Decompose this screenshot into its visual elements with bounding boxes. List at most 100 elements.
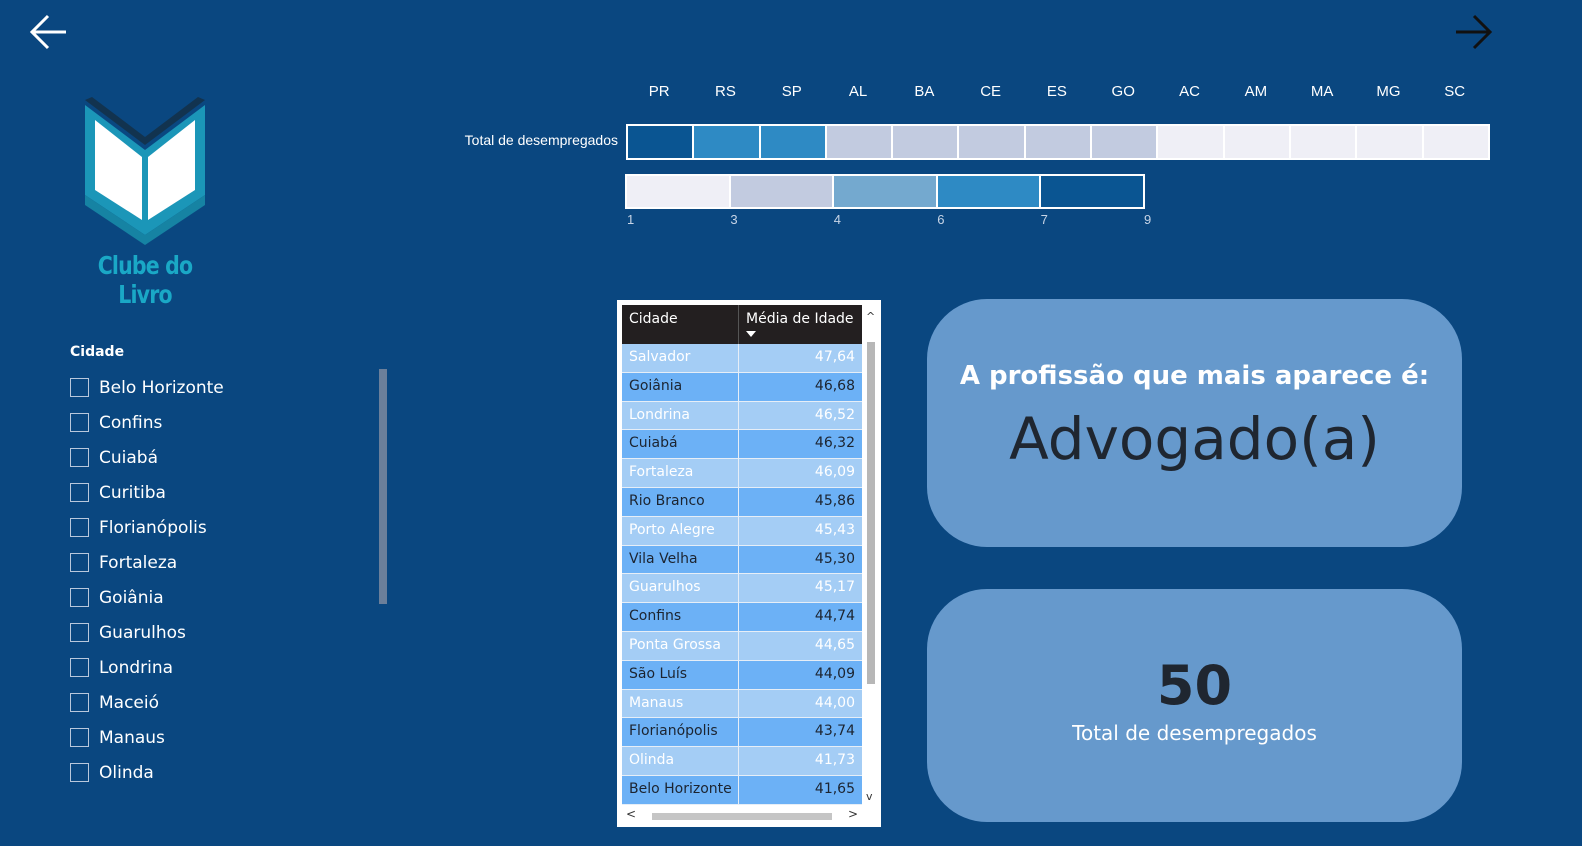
checkbox[interactable] bbox=[70, 553, 89, 572]
heatmap-cell[interactable] bbox=[826, 126, 892, 158]
cell-city: Belo Horizonte bbox=[622, 775, 739, 804]
table-vertical-scrollbar[interactable]: ^ v bbox=[864, 308, 878, 808]
table-row[interactable]: Fortaleza 46,09 bbox=[622, 459, 862, 488]
legend-tick-label: 6 bbox=[937, 212, 945, 227]
heatmap-cell[interactable] bbox=[1423, 126, 1488, 158]
heatmap-row-label: Total de desempregados bbox=[464, 132, 618, 148]
heatmap-cell[interactable] bbox=[1158, 126, 1223, 158]
table-body: Salvador 47,64 Goiânia 46,68 Londrina 46,52 Cu… bbox=[622, 344, 862, 805]
legend-tick-label: 3 bbox=[730, 212, 738, 227]
heatmap-cell[interactable] bbox=[959, 126, 1024, 158]
table-row[interactable]: Salvador 47,64 bbox=[622, 344, 862, 373]
slicer-item[interactable]: Cuiabá bbox=[70, 440, 390, 475]
checkbox[interactable] bbox=[70, 588, 89, 607]
slicer-item[interactable]: Olinda bbox=[70, 755, 390, 790]
scrollbar-thumb[interactable] bbox=[652, 813, 832, 820]
slicer-scrollbar[interactable] bbox=[379, 369, 387, 604]
legend-tick-label: 4 bbox=[833, 212, 842, 227]
heatmap-column-label: MA bbox=[1310, 83, 1334, 100]
table-row[interactable]: Goiânia 46,68 bbox=[622, 372, 862, 402]
checkbox[interactable] bbox=[70, 728, 89, 747]
legend-tick-label: 9 bbox=[1144, 212, 1152, 227]
cell-city: Salvador bbox=[622, 344, 739, 372]
cell-age: 41,73 bbox=[814, 752, 855, 769]
checkbox[interactable] bbox=[70, 623, 89, 642]
slicer-item[interactable]: Maceió bbox=[70, 685, 390, 720]
sort-descending-icon bbox=[746, 331, 756, 337]
table-row[interactable]: Cuiabá 46,32 bbox=[622, 430, 862, 460]
checkbox[interactable] bbox=[70, 763, 89, 782]
heatmap-cell[interactable] bbox=[1357, 126, 1422, 158]
cell-age: 45,30 bbox=[814, 550, 855, 567]
slicer-list: Belo Horizonte Confins Cuiabá Curitiba Flori… bbox=[70, 370, 390, 790]
column-header-city[interactable]: Cidade bbox=[622, 305, 739, 344]
slicer-item-label: Fortaleza bbox=[99, 552, 178, 573]
heatmap-column-label: AL bbox=[848, 83, 868, 100]
scrollbar-thumb[interactable] bbox=[867, 342, 875, 684]
table-row[interactable]: Confins 44,74 bbox=[622, 603, 862, 632]
table-row[interactable]: São Luís 44,09 bbox=[622, 660, 862, 690]
checkbox[interactable] bbox=[70, 693, 89, 712]
checkbox[interactable] bbox=[70, 483, 89, 502]
table-row[interactable]: Florianópolis 43,74 bbox=[622, 718, 862, 748]
slicer-item[interactable]: Curitiba bbox=[70, 475, 390, 510]
slicer-item[interactable]: Londrina bbox=[70, 650, 390, 685]
table-row[interactable]: Londrina 46,52 bbox=[622, 401, 862, 431]
cell-age: 46,32 bbox=[814, 435, 855, 452]
profession-card-value: Advogado(a) bbox=[1009, 405, 1380, 473]
scroll-right-icon[interactable]: > bbox=[848, 807, 858, 821]
slicer-item-label: Londrina bbox=[99, 657, 174, 678]
heatmap-cell[interactable] bbox=[1290, 126, 1356, 158]
legend-swatch bbox=[937, 176, 1040, 207]
column-header-age[interactable]: Média de Idade bbox=[739, 305, 862, 344]
cell-city: Vila Velha bbox=[622, 545, 739, 574]
slicer-title: Cidade bbox=[70, 344, 125, 360]
scroll-down-icon[interactable]: v bbox=[866, 790, 873, 803]
table-row[interactable]: Vila Velha 45,30 bbox=[622, 545, 862, 575]
slicer-item[interactable]: Confins bbox=[70, 405, 390, 440]
table-row[interactable]: Manaus 44,00 bbox=[622, 689, 862, 719]
table-row[interactable]: Belo Horizonte 41,65 bbox=[622, 775, 862, 805]
scroll-left-icon[interactable]: < bbox=[626, 807, 636, 821]
table-row[interactable]: Olinda 41,73 bbox=[622, 747, 862, 776]
heatmap-cell[interactable] bbox=[1092, 126, 1157, 158]
legend-swatch bbox=[627, 176, 729, 207]
slicer-item[interactable]: Florianópolis bbox=[70, 510, 390, 545]
age-table: Cidade Média de Idade Salvador 47,64 Goiân… bbox=[617, 300, 881, 827]
checkbox[interactable] bbox=[70, 658, 89, 677]
heatmap-cell[interactable] bbox=[893, 126, 958, 158]
checkbox[interactable] bbox=[70, 378, 89, 397]
slicer-item[interactable]: Guarulhos bbox=[70, 615, 390, 650]
checkbox[interactable] bbox=[70, 413, 89, 432]
slicer-item[interactable]: Fortaleza bbox=[70, 545, 390, 580]
heatmap-cell[interactable] bbox=[628, 126, 693, 158]
table-row[interactable]: Porto Alegre 45,43 bbox=[622, 516, 862, 546]
checkbox[interactable] bbox=[70, 448, 89, 467]
table-row[interactable]: Ponta Grossa 44,65 bbox=[622, 631, 862, 661]
cell-age: 44,00 bbox=[814, 694, 855, 711]
cell-city: Goiânia bbox=[622, 372, 739, 401]
table-row[interactable]: Rio Branco 45,86 bbox=[622, 487, 862, 517]
heatmap-cell[interactable] bbox=[1025, 126, 1091, 158]
heatmap-cell[interactable] bbox=[760, 126, 825, 158]
heatmap-column-label: CE bbox=[980, 83, 1002, 100]
arrow-left-icon[interactable] bbox=[28, 12, 70, 52]
cell-age: 44,74 bbox=[814, 608, 855, 625]
heatmap-cell[interactable] bbox=[694, 126, 759, 158]
checkbox[interactable] bbox=[70, 518, 89, 537]
slicer-item[interactable]: Manaus bbox=[70, 720, 390, 755]
cell-city: Ponta Grossa bbox=[622, 631, 739, 660]
legend-tick-label: 1 bbox=[627, 212, 635, 227]
heatmap-cell[interactable] bbox=[1224, 126, 1289, 158]
cell-age: 45,17 bbox=[814, 579, 855, 596]
arrow-right-icon[interactable] bbox=[1452, 12, 1494, 52]
table-horizontal-scrollbar[interactable]: < > bbox=[622, 807, 864, 823]
slicer-item[interactable]: Goiânia bbox=[70, 580, 390, 615]
legend-tick-label: 7 bbox=[1040, 212, 1048, 227]
slicer-item-label: Maceió bbox=[99, 692, 160, 713]
scroll-up-icon[interactable]: ^ bbox=[866, 310, 875, 323]
heatmap-column-headers: PR RS SP AL BA CE ES GO AC AM MA MG SC bbox=[626, 83, 1488, 100]
slicer-item[interactable]: Belo Horizonte bbox=[70, 370, 390, 405]
table-row[interactable]: Guarulhos 45,17 bbox=[622, 574, 862, 604]
cell-age: 43,74 bbox=[814, 723, 855, 740]
